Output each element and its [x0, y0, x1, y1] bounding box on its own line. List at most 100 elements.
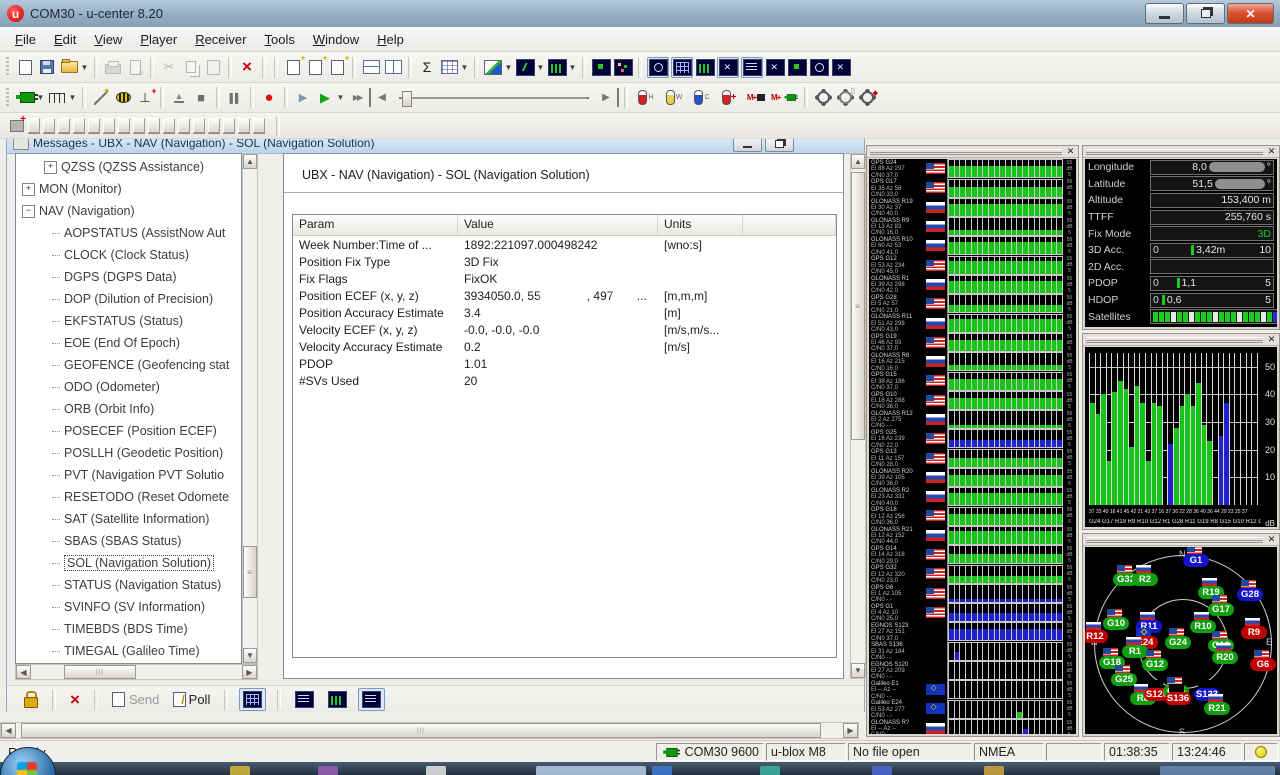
message-view-scrollbar[interactable]: ▲ ▼ ≡ [850, 153, 866, 679]
scroll-down-icon[interactable]: ▼ [851, 663, 865, 678]
receiver-rack-icon[interactable]: ⊥ [135, 86, 157, 107]
map-view-dropdown-icon[interactable]: ▼ [536, 58, 545, 77]
new-file-icon[interactable] [15, 58, 35, 77]
scroll-right-icon[interactable]: ▶ [242, 665, 257, 679]
tree-item-mon[interactable]: + MON (Monitor) [16, 178, 241, 200]
table-row[interactable]: Position Accuracy Estimate 3.4 [m] [293, 304, 836, 321]
scroll-lock-button[interactable] [325, 689, 350, 710]
temperature-cold-icon[interactable]: C [689, 88, 715, 107]
tree-item-geofence[interactable]: GEOFENCE (Geofencing stat [16, 354, 241, 376]
taskbar-item[interactable] [426, 766, 446, 775]
toolbar-grip[interactable] [6, 57, 9, 77]
docking-window-icon[interactable]: ✕ [831, 58, 851, 77]
send-button[interactable]: Send [109, 690, 162, 709]
tree-item-posecef[interactable]: POSECEF (Position ECEF) [16, 420, 241, 442]
taskbar-item[interactable] [760, 766, 780, 775]
table-row[interactable]: Velocity ECEF (x, y, z) -0.0, -0.0, -0.0 [… [293, 321, 836, 338]
gear-record-icon[interactable] [813, 88, 833, 107]
scroll-left-icon[interactable]: ◀ [16, 665, 31, 679]
position-slider[interactable] [399, 88, 589, 108]
table-header-units[interactable]: Units [658, 215, 743, 235]
open-icon[interactable] [59, 58, 79, 77]
new-custom-message-icon[interactable]: * [327, 55, 349, 77]
taskbar-item[interactable] [1160, 766, 1275, 775]
split-horizontal-icon[interactable] [361, 58, 381, 77]
scroll-right-icon[interactable]: ▶ [843, 723, 858, 738]
deviation-map-icon[interactable] [787, 58, 807, 77]
panel-grip[interactable]: ✕ [1083, 146, 1279, 158]
close-all-icon[interactable]: × [237, 57, 257, 77]
jump-to-start-icon[interactable]: ◀ [369, 88, 392, 107]
clear-button[interactable]: × [67, 688, 83, 712]
step-forward-icon[interactable]: ▶ [293, 88, 313, 107]
hexdump-button[interactable] [292, 689, 317, 710]
statistic-view-icon[interactable] [695, 58, 715, 77]
table-row[interactable]: Velocity Accuracy Estimate 0.2 [m/s] [293, 338, 836, 355]
camera-view-icon[interactable] [591, 58, 611, 77]
tree-vertical-scrollbar[interactable]: ▲ ▼ ≡ [242, 153, 258, 664]
new-nmea-message-icon[interactable]: * [305, 55, 327, 77]
menu-view[interactable]: View [85, 29, 131, 50]
histogram-view-dropdown-icon[interactable]: ▼ [568, 58, 577, 77]
tree-item-timebds[interactable]: TIMEBDS (BDS Time) [16, 618, 241, 640]
menu-player[interactable]: Player [131, 29, 186, 50]
panel-grip[interactable]: ✕ [1083, 534, 1279, 546]
tree-item-posllh[interactable]: POSLLH (Geodetic Position) [16, 442, 241, 464]
marker-plug-icon[interactable]: M+ [771, 88, 799, 107]
tree-item-aopstatus[interactable]: AOPSTATUS (AssistNow Aut [16, 222, 241, 244]
pause-icon[interactable]: ▌▌ [225, 88, 245, 107]
temperature-hot-icon[interactable]: H [633, 88, 659, 107]
world-map-icon[interactable] [809, 58, 829, 77]
tree-item-nav[interactable]: − NAV (Navigation) [16, 200, 241, 222]
hotkeys-icon[interactable] [113, 88, 133, 107]
table-row[interactable]: Position Fix Type 3D Fix [293, 253, 836, 270]
close-icon[interactable]: ✕ [1266, 534, 1277, 544]
statistics-icon[interactable]: Σ [417, 58, 437, 77]
sky-view-icon[interactable]: ✕ [717, 56, 739, 78]
close-button[interactable]: ✕ [1227, 3, 1274, 24]
taskbar-item[interactable] [536, 766, 646, 775]
menu-receiver[interactable]: Receiver [186, 29, 255, 50]
taskbar-item[interactable] [318, 766, 338, 775]
split-vertical-icon[interactable] [383, 58, 403, 77]
play-icon[interactable]: ▶ [315, 88, 335, 107]
temperature-add-icon[interactable]: + [717, 88, 741, 107]
tree-item-qzss[interactable]: + QZSS (QZSS Assistance) [16, 156, 241, 178]
close-icon[interactable]: ✕ [1065, 146, 1076, 156]
connect-dropdown-icon[interactable]: ▼ [36, 88, 45, 107]
cut-icon[interactable]: ✂ [159, 58, 179, 77]
map-view-icon[interactable] [515, 58, 535, 77]
scroll-up-icon[interactable]: ▲ [851, 154, 865, 169]
autoscroll-button[interactable] [358, 688, 386, 711]
expand-icon[interactable]: + [22, 182, 35, 196]
jump-to-end-icon[interactable]: ▶ [596, 88, 619, 107]
save-icon[interactable] [37, 58, 57, 77]
fast-forward-icon[interactable]: ▶▶ [347, 88, 367, 107]
print-icon[interactable] [103, 58, 123, 77]
play-dropdown-icon[interactable]: ▼ [336, 88, 345, 107]
auto-poll-button[interactable] [239, 688, 267, 711]
copy-icon[interactable] [181, 58, 201, 77]
scroll-thumb[interactable]: ≡ [243, 546, 257, 598]
tree-item-resetodo[interactable]: RESETODO (Reset Odomete [16, 486, 241, 508]
table-row[interactable]: PDOP 1.01 [293, 355, 836, 372]
chart-view-icon[interactable] [483, 58, 503, 77]
chart-view-dropdown-icon[interactable]: ▼ [504, 58, 513, 77]
table-row[interactable]: Fix Flags FixOK [293, 270, 836, 287]
table-header-value[interactable]: Value [458, 215, 658, 235]
menu-window[interactable]: Window [304, 29, 368, 50]
temperature-warm-icon[interactable]: W [661, 88, 687, 107]
menu-file[interactable]: File [6, 29, 45, 50]
tree-item-orb[interactable]: ORB (Orbit Info) [16, 398, 241, 420]
panel-grip[interactable]: ✕ [1083, 334, 1279, 346]
tree-horizontal-scrollbar[interactable]: ◀ ▶ ||| [15, 664, 258, 680]
paste-icon[interactable] [203, 58, 223, 77]
table-view-icon[interactable] [439, 58, 459, 77]
collapse-icon[interactable]: − [22, 204, 35, 218]
record-icon[interactable]: ● [259, 88, 279, 107]
tree-item-clock[interactable]: CLOCK (Clock Status) [16, 244, 241, 266]
poll-button[interactable]: / Poll [170, 690, 213, 709]
title-bar[interactable]: u COM30 - u-center 8.20 ✕ [0, 0, 1280, 28]
packet-console-icon[interactable] [647, 56, 669, 78]
lock-button[interactable] [21, 689, 41, 710]
